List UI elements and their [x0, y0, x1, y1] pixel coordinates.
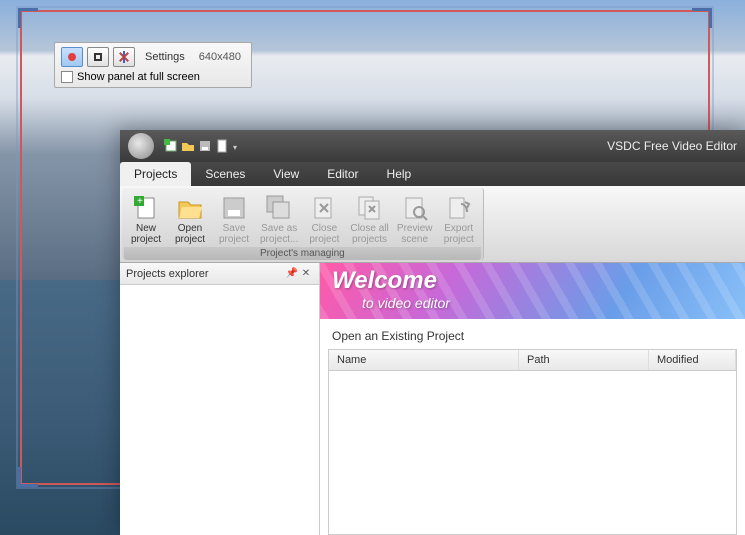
titlebar[interactable]: VSDC Free Video Editor: [120, 130, 745, 162]
fullscreen-checkbox-label: Show panel at full screen: [77, 71, 200, 83]
qat-open-icon[interactable]: [181, 139, 195, 153]
menu-help[interactable]: Help: [373, 162, 426, 186]
explorer-title: Projects explorer: [126, 268, 209, 280]
menu-editor[interactable]: Editor: [313, 162, 372, 186]
menu-view[interactable]: View: [259, 162, 313, 186]
new-project-icon: +: [132, 194, 160, 222]
projects-explorer-panel: Projects explorer 📌 ✕: [120, 263, 320, 535]
new-project-button[interactable]: + New project: [124, 192, 168, 247]
explorer-header: Projects explorer 📌 ✕: [120, 263, 319, 285]
close-project-button[interactable]: Close project: [302, 192, 346, 247]
tools-button[interactable]: [113, 47, 135, 67]
open-existing-heading: Open an Existing Project: [320, 319, 745, 349]
preview-scene-button[interactable]: Preview scene: [393, 192, 437, 247]
qat-new-icon[interactable]: [164, 139, 178, 153]
col-path[interactable]: Path: [519, 350, 649, 370]
table-header: Name Path Modified: [329, 350, 736, 371]
fullscreen-checkbox[interactable]: [61, 71, 73, 83]
qat-dropdown-icon[interactable]: [233, 139, 239, 153]
vsdc-window: VSDC Free Video Editor Projects Scenes V…: [120, 130, 745, 535]
svg-text:+: +: [137, 196, 143, 207]
open-project-button[interactable]: Open project: [168, 192, 212, 247]
save-project-icon: [220, 194, 248, 222]
qat-save-icon[interactable]: [198, 139, 212, 153]
recent-projects-table[interactable]: Name Path Modified: [328, 349, 737, 535]
pin-icon[interactable]: 📌: [285, 267, 299, 281]
save-as-project-icon: [265, 194, 293, 222]
ribbon-group-projects: + New project Open project Save project …: [122, 188, 484, 260]
menu-scenes[interactable]: Scenes: [191, 162, 259, 186]
recorder-panel: Settings 640x480 Show panel at full scre…: [54, 42, 252, 88]
explorer-body[interactable]: [120, 285, 319, 535]
frame-icon: [94, 53, 102, 61]
welcome-banner: Welcome to video editor: [320, 263, 745, 319]
close-all-projects-icon: [356, 194, 384, 222]
preview-scene-icon: [401, 194, 429, 222]
frame-toggle-button[interactable]: [87, 47, 109, 67]
menu-projects[interactable]: Projects: [120, 162, 191, 186]
capture-corner-tr[interactable]: [692, 8, 712, 28]
record-button[interactable]: [61, 47, 83, 67]
save-project-button[interactable]: Save project: [212, 192, 256, 247]
export-project-icon: [445, 194, 473, 222]
export-project-button[interactable]: Export project: [437, 192, 481, 247]
col-name[interactable]: Name: [329, 350, 519, 370]
ribbon-group-title: Project's managing: [124, 247, 481, 260]
col-modified[interactable]: Modified: [649, 350, 736, 370]
tools-cross-icon: [118, 51, 130, 63]
main-panel: Welcome to video editor Open an Existing…: [320, 263, 745, 535]
ribbon: + New project Open project Save project …: [120, 186, 745, 263]
app-icon: [128, 133, 154, 159]
record-icon: [68, 53, 76, 61]
welcome-title: Welcome: [332, 267, 733, 295]
close-all-projects-button[interactable]: Close all projects: [346, 192, 392, 247]
menubar: Projects Scenes View Editor Help: [120, 162, 745, 186]
capture-corner-bl[interactable]: [18, 467, 38, 487]
content-area: Projects explorer 📌 ✕ Welcome to video e…: [120, 263, 745, 535]
capture-corner-tl[interactable]: [18, 8, 38, 28]
qat-doc-icon[interactable]: [215, 139, 229, 153]
settings-link[interactable]: Settings: [139, 49, 191, 65]
quick-access-toolbar: [164, 139, 229, 153]
resolution-label: 640x480: [195, 51, 245, 63]
open-project-icon: [176, 194, 204, 222]
close-project-icon: [310, 194, 338, 222]
welcome-subtitle: to video editor: [332, 295, 733, 311]
save-as-project-button[interactable]: Save as project...: [256, 192, 302, 247]
window-title: VSDC Free Video Editor: [607, 139, 737, 153]
explorer-close-icon[interactable]: ✕: [299, 267, 313, 281]
